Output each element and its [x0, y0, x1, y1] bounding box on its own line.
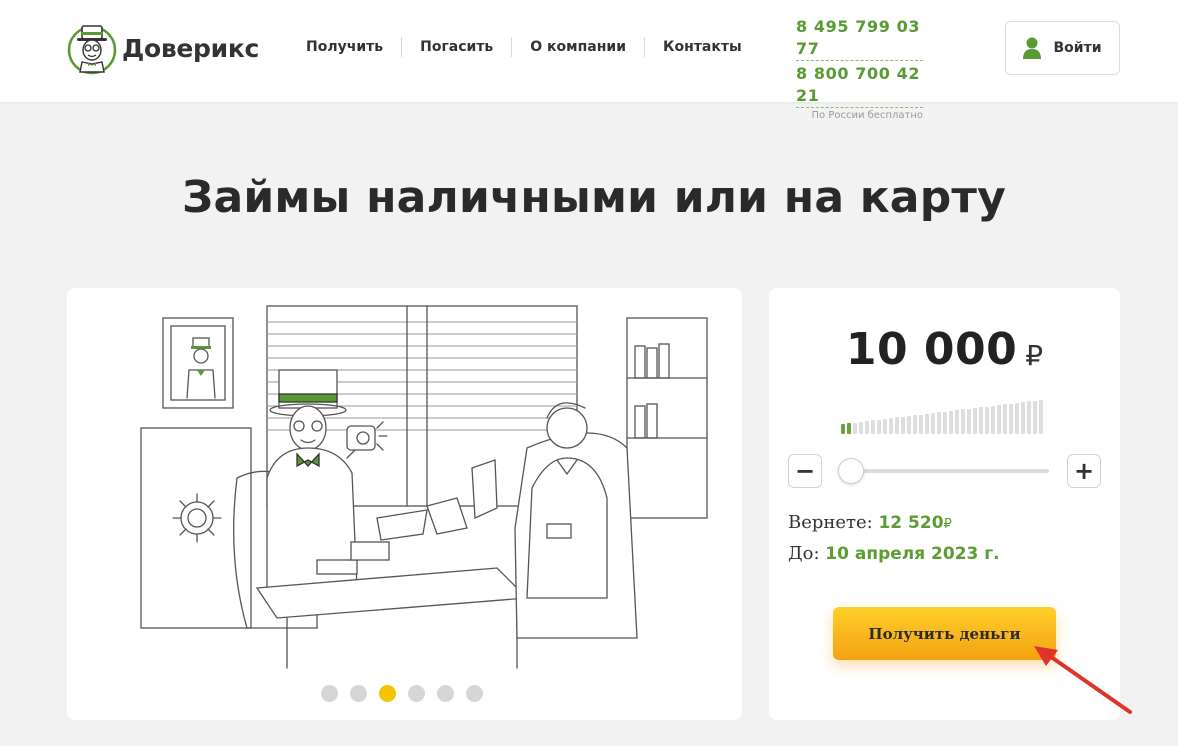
scale-bar	[997, 405, 1001, 434]
nav-item-contacts[interactable]: Контакты	[644, 37, 760, 57]
scale-bar	[919, 414, 923, 434]
scale-bar	[1009, 403, 1013, 434]
return-value: 12 520	[878, 513, 944, 533]
nav-item-about[interactable]: О компании	[511, 37, 644, 57]
get-money-button[interactable]: Получить деньги	[833, 607, 1056, 660]
office-illustration	[140, 305, 708, 669]
carousel-dot-3[interactable]	[379, 685, 396, 702]
logo-mascot-icon	[67, 25, 117, 75]
scale-bar	[1021, 402, 1025, 434]
scale-bar	[907, 416, 911, 434]
due-date-value: 10 апреля 2023 г.	[825, 544, 1000, 564]
scale-bar	[889, 418, 893, 434]
scale-bar	[1015, 402, 1019, 434]
scale-bar	[991, 405, 995, 434]
carousel-dots	[321, 685, 495, 702]
login-button[interactable]: Войти	[1005, 21, 1120, 75]
phone-note: По России бесплатно	[811, 110, 924, 121]
scale-bar	[1033, 400, 1037, 434]
scale-bar	[895, 417, 899, 434]
nav-item-get[interactable]: Получить	[290, 37, 401, 57]
page-title: Займы наличными или на карту	[182, 172, 1006, 223]
due-date-label: До:	[788, 543, 820, 564]
scale-bar	[901, 416, 905, 434]
decrease-button[interactable]: −	[788, 454, 822, 488]
amount-currency: ₽	[1025, 339, 1044, 372]
scale-bar	[931, 413, 935, 434]
scale-bar	[841, 424, 845, 434]
scale-bar	[877, 419, 881, 434]
scale-bar	[1003, 404, 1007, 434]
scale-bar	[925, 413, 929, 434]
carousel-dot-1[interactable]	[321, 685, 338, 702]
scale-bar	[967, 408, 971, 434]
plus-icon: +	[1073, 457, 1095, 485]
carousel-dot-2[interactable]	[350, 685, 367, 702]
scale-bar	[973, 408, 977, 434]
scale-bar	[979, 407, 983, 434]
carousel-dot-5[interactable]	[437, 685, 454, 702]
amount-slider-track[interactable]	[843, 469, 1049, 473]
scale-bar	[937, 412, 941, 434]
user-icon	[1023, 37, 1042, 59]
brand-name: Доверикс	[122, 33, 260, 63]
scale-bar	[913, 415, 917, 434]
amount-slider-thumb[interactable]	[838, 458, 864, 484]
phone-russia[interactable]: 8 800 700 42 21	[796, 63, 923, 108]
return-currency: ₽	[943, 517, 952, 532]
scale-bar	[961, 409, 965, 434]
main-nav: Получить Погасить О компании Контакты	[290, 37, 760, 57]
scale-bar	[871, 420, 875, 434]
illustration-card	[67, 288, 742, 720]
minus-icon: −	[794, 457, 816, 485]
carousel-dot-4[interactable]	[408, 685, 425, 702]
phone-block: 8 495 799 03 77 8 800 700 42 21 По Росси…	[796, 16, 926, 121]
scale-bar	[985, 406, 989, 434]
login-label: Войти	[1053, 40, 1102, 56]
return-label: Вернете:	[788, 512, 873, 533]
scale-bar	[1027, 401, 1031, 434]
return-info: Вернете: 12 520₽	[788, 512, 952, 533]
carousel-dot-6[interactable]	[466, 685, 483, 702]
scale-bar	[853, 422, 857, 434]
amount-scale-bars	[841, 398, 1045, 434]
amount-value: 10 000	[845, 324, 1018, 375]
scale-bar	[847, 423, 851, 434]
loan-amount: 10 000 ₽	[769, 324, 1120, 375]
scale-bar	[955, 410, 959, 434]
red-arrow-annotation	[1034, 646, 1132, 714]
scale-bar	[859, 421, 863, 434]
scale-bar	[1039, 400, 1043, 434]
brand-logo[interactable]: Доверикс	[66, 20, 259, 76]
phone-moscow[interactable]: 8 495 799 03 77	[796, 16, 923, 61]
nav-item-repay[interactable]: Погасить	[401, 37, 511, 57]
scale-bar	[949, 410, 953, 434]
scale-bar	[865, 421, 869, 434]
due-date-info: До: 10 апреля 2023 г.	[788, 543, 1000, 564]
site-header: Доверикс Получить Погасить О компании Ко…	[0, 0, 1178, 121]
scale-bar	[943, 411, 947, 434]
increase-button[interactable]: +	[1067, 454, 1101, 488]
scale-bar	[883, 418, 887, 434]
